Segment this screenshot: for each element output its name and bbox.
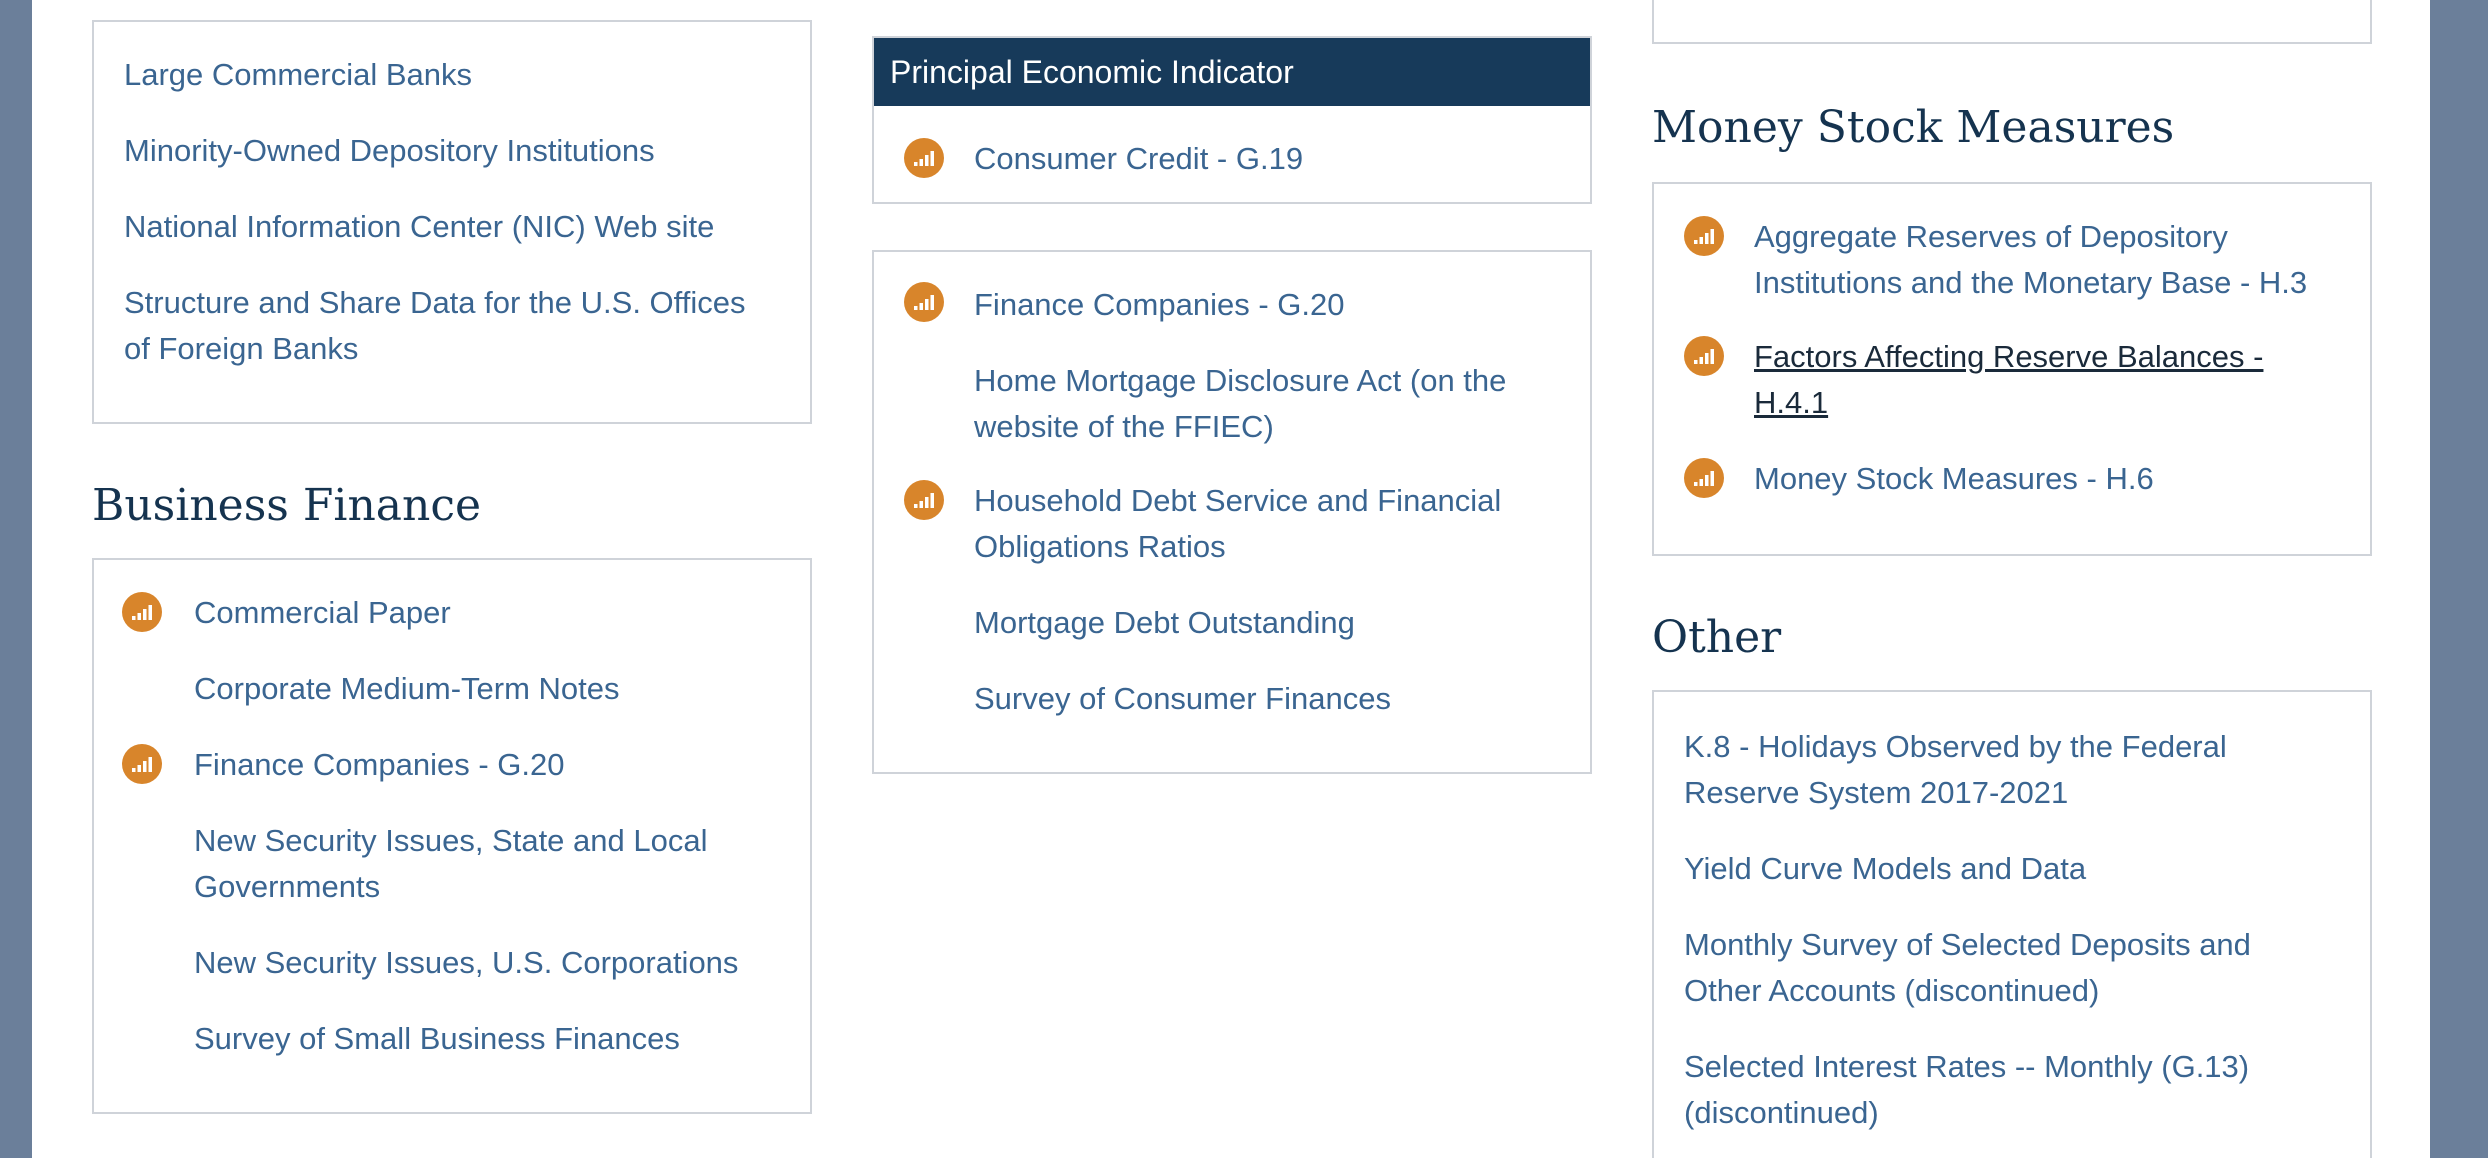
link-household-debt-line1[interactable]: Household Debt Service and Financial (974, 478, 1501, 524)
other-heading: Other (1652, 612, 1782, 663)
business-finance-heading: Business Finance (92, 480, 482, 531)
link-factors-reserve-balances-line1[interactable]: Factors Affecting Reserve Balances - (1754, 334, 2263, 380)
right-top-box (1652, 0, 2372, 44)
data-chart-icon (904, 282, 944, 322)
household-finance-box: Finance Companies - G.20 Home Mortgage D… (872, 250, 1592, 774)
link-survey-small-business-finances[interactable]: Survey of Small Business Finances (194, 1016, 680, 1062)
data-chart-icon (122, 744, 162, 784)
link-hmda-line2[interactable]: website of the FFIEC) (974, 404, 1274, 450)
data-chart-icon (1684, 216, 1724, 256)
business-finance-box: Commercial Paper Corporate Medium-Term N… (92, 558, 812, 1114)
link-new-security-state-local-line2[interactable]: Governments (194, 864, 380, 910)
link-large-commercial-banks[interactable]: Large Commercial Banks (124, 52, 472, 98)
link-aggregate-reserves-line2[interactable]: Institutions and the Monetary Base - H.3 (1754, 260, 2307, 306)
principal-indicator-box: Principal Economic Indicator Consumer Cr… (872, 36, 1592, 204)
data-chart-icon (1684, 458, 1724, 498)
link-finance-companies-g20[interactable]: Finance Companies - G.20 (974, 282, 1344, 328)
link-selected-interest-rates-line1[interactable]: Selected Interest Rates -- Monthly (G.13… (1684, 1044, 2249, 1090)
link-aggregate-reserves-line1[interactable]: Aggregate Reserves of Depository (1754, 214, 2228, 260)
money-stock-heading: Money Stock Measures (1652, 102, 2175, 153)
link-survey-consumer-finances[interactable]: Survey of Consumer Finances (974, 676, 1391, 722)
institutions-box: Large Commercial Banks Minority-Owned De… (92, 20, 812, 424)
page-content: Large Commercial Banks Minority-Owned De… (32, 0, 2430, 1158)
link-minority-owned-institutions[interactable]: Minority-Owned Depository Institutions (124, 128, 655, 174)
link-mortgage-debt-outstanding[interactable]: Mortgage Debt Outstanding (974, 600, 1355, 646)
link-yield-curve-models[interactable]: Yield Curve Models and Data (1684, 846, 2086, 892)
link-selected-interest-rates-line2[interactable]: (discontinued) (1684, 1090, 1879, 1136)
link-finance-companies-g20[interactable]: Finance Companies - G.20 (194, 742, 564, 788)
link-monthly-survey-deposits-line2[interactable]: Other Accounts (discontinued) (1684, 968, 2099, 1014)
link-nic-web-site[interactable]: National Information Center (NIC) Web si… (124, 204, 714, 250)
principal-indicator-header: Principal Economic Indicator (874, 38, 1590, 106)
link-monthly-survey-deposits-line1[interactable]: Monthly Survey of Selected Deposits and (1684, 922, 2251, 968)
link-consumer-credit-g19[interactable]: Consumer Credit - G.19 (974, 136, 1303, 182)
data-chart-icon (1684, 336, 1724, 376)
link-hmda-line1[interactable]: Home Mortgage Disclosure Act (on the (974, 358, 1506, 404)
link-structure-share-data-line1[interactable]: Structure and Share Data for the U.S. Of… (124, 280, 745, 326)
link-money-stock-h6[interactable]: Money Stock Measures - H.6 (1754, 456, 2154, 502)
data-chart-icon (904, 138, 944, 178)
link-structure-share-data-line2[interactable]: of Foreign Banks (124, 326, 358, 372)
data-chart-icon (122, 592, 162, 632)
link-household-debt-line2[interactable]: Obligations Ratios (974, 524, 1226, 570)
link-new-security-state-local-line1[interactable]: New Security Issues, State and Local (194, 818, 707, 864)
link-factors-reserve-balances-line2[interactable]: H.4.1 (1754, 380, 1828, 426)
link-commercial-paper[interactable]: Commercial Paper (194, 590, 451, 636)
link-holidays-line2[interactable]: Reserve System 2017-2021 (1684, 770, 2068, 816)
link-holidays-line1[interactable]: K.8 - Holidays Observed by the Federal (1684, 724, 2227, 770)
money-stock-box: Aggregate Reserves of Depository Institu… (1652, 182, 2372, 556)
data-chart-icon (904, 480, 944, 520)
link-new-security-us-corporations[interactable]: New Security Issues, U.S. Corporations (194, 940, 738, 986)
link-corporate-medium-term-notes[interactable]: Corporate Medium-Term Notes (194, 666, 620, 712)
other-box: K.8 - Holidays Observed by the Federal R… (1652, 690, 2372, 1158)
